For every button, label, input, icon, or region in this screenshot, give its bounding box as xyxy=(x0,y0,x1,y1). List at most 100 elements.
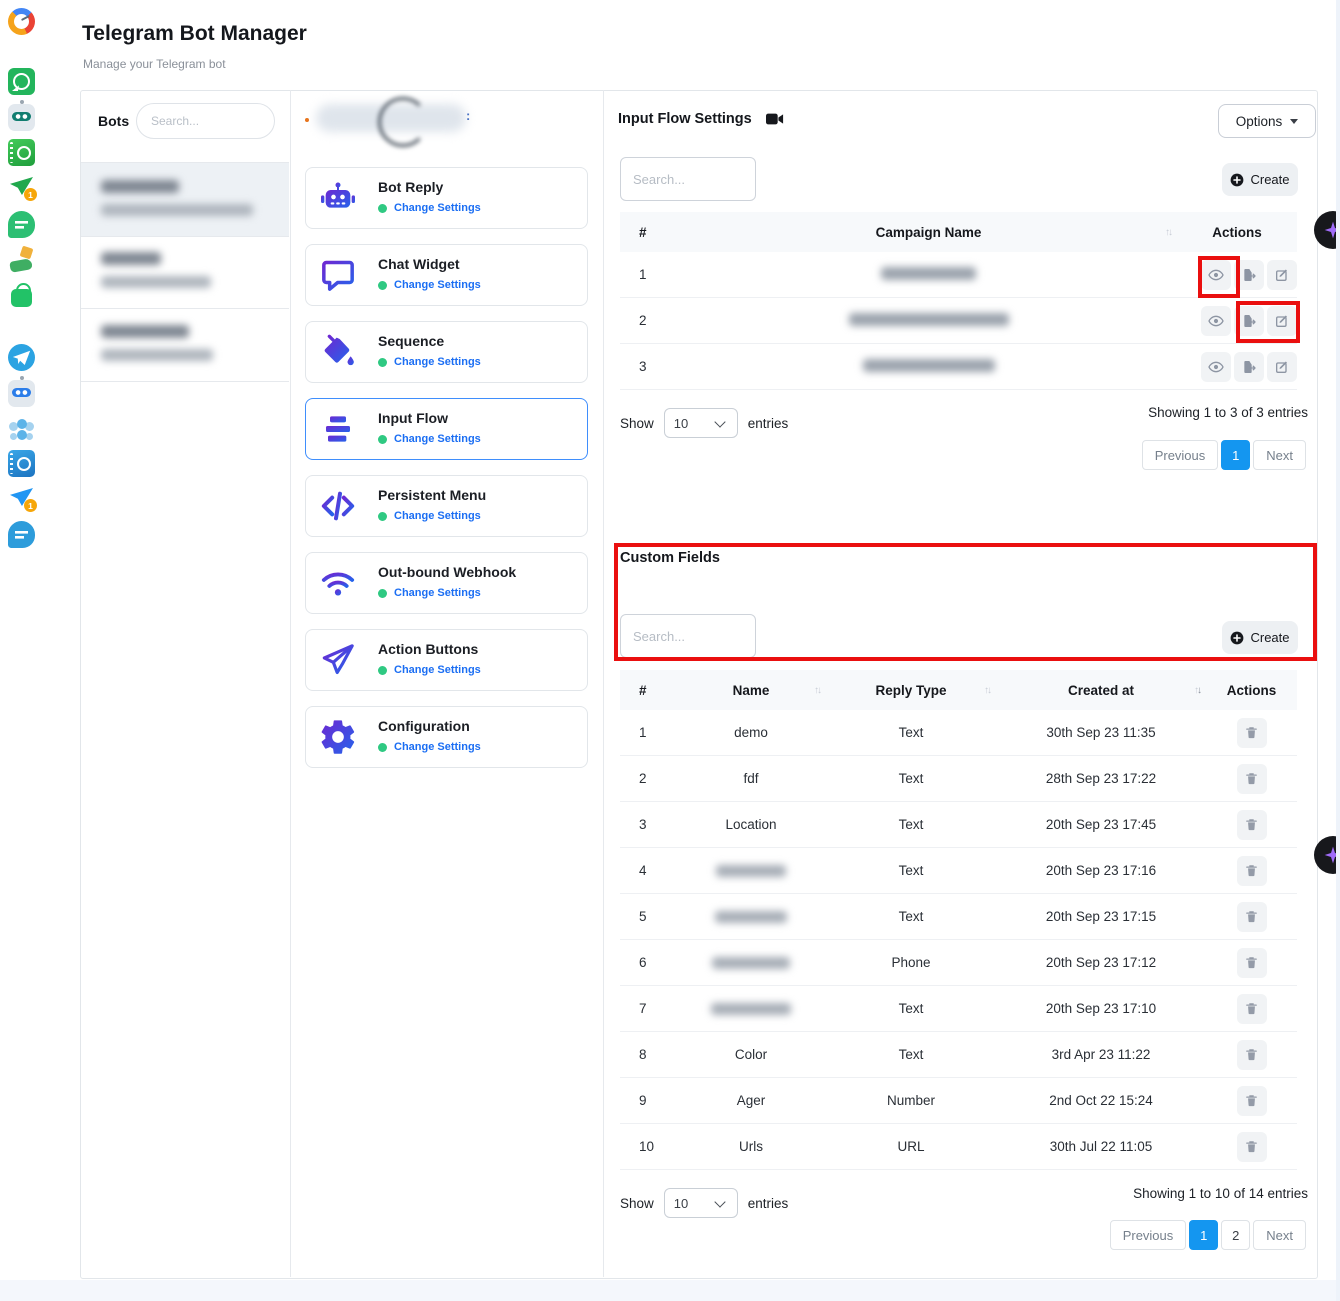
options-button[interactable]: Options xyxy=(1218,104,1316,138)
list-bars-icon xyxy=(318,409,358,449)
settings-card-sequence[interactable]: Sequence Change Settings xyxy=(305,321,588,383)
field-name-redacted xyxy=(711,1003,791,1015)
shop-icon[interactable] xyxy=(8,281,35,308)
sort-icon[interactable]: ↑↓ xyxy=(1165,227,1171,238)
delete-button[interactable] xyxy=(1237,1132,1267,1162)
view-button[interactable] xyxy=(1201,306,1231,336)
edit-button[interactable] xyxy=(1267,306,1297,336)
bots-search-input[interactable] xyxy=(136,103,275,139)
export-button[interactable] xyxy=(1234,306,1264,336)
change-settings-link[interactable]: Change Settings xyxy=(394,741,481,753)
bot-list-item[interactable] xyxy=(81,235,289,309)
sort-icon[interactable]: ↑↓ xyxy=(814,685,820,696)
change-settings-link[interactable]: Change Settings xyxy=(394,356,481,368)
change-settings-link[interactable]: Change Settings xyxy=(394,510,481,522)
change-settings-link[interactable]: Change Settings xyxy=(394,433,481,445)
page-2-button[interactable]: 2 xyxy=(1221,1220,1250,1250)
sort-icon-active[interactable]: ↑↓ xyxy=(1194,685,1200,696)
status-dot xyxy=(378,666,387,675)
change-settings-link[interactable]: Change Settings xyxy=(394,279,481,291)
create-input-flow-button[interactable]: Create xyxy=(1222,163,1298,196)
card-title: Persistent Menu xyxy=(378,487,486,503)
settings-card-bot-reply[interactable]: Bot Reply Change Settings xyxy=(305,167,588,229)
reply-type: URL xyxy=(826,1139,996,1154)
footer-strip xyxy=(0,1280,1340,1301)
chat-blue-icon[interactable] xyxy=(8,521,35,548)
previous-page-button[interactable]: Previous xyxy=(1110,1220,1187,1250)
card-title: Sequence xyxy=(378,333,444,349)
delete-button[interactable] xyxy=(1237,1040,1267,1070)
next-page-button[interactable]: Next xyxy=(1253,440,1306,470)
export-button[interactable] xyxy=(1234,352,1264,382)
next-page-button[interactable]: Next xyxy=(1253,1220,1306,1250)
change-settings-link[interactable]: Change Settings xyxy=(394,587,481,599)
pagination: Previous 1 Next xyxy=(1142,440,1306,470)
delete-button[interactable] xyxy=(1237,948,1267,978)
delete-button[interactable] xyxy=(1237,856,1267,886)
change-settings-link[interactable]: Change Settings xyxy=(394,664,481,676)
custom-field-row: 8 Color Text 3rd Apr 23 11:22 xyxy=(620,1032,1297,1078)
change-settings-link[interactable]: Change Settings xyxy=(394,202,481,214)
previous-page-button[interactable]: Previous xyxy=(1142,440,1219,470)
export-button[interactable] xyxy=(1234,260,1264,290)
delete-button[interactable] xyxy=(1237,718,1267,748)
settings-card-configuration[interactable]: Configuration Change Settings xyxy=(305,706,588,768)
page-size-select[interactable]: 10 xyxy=(664,408,738,438)
scrollbar-track[interactable] xyxy=(1336,0,1340,1301)
eye-icon xyxy=(1208,267,1224,283)
broadcast-blue-icon[interactable] xyxy=(8,485,35,512)
contacts-blue-icon[interactable] xyxy=(8,450,35,477)
edit-button[interactable] xyxy=(1267,352,1297,382)
input-flow-search-input[interactable] xyxy=(620,157,756,201)
settings-card-input-flow[interactable]: Input Flow Change Settings xyxy=(305,398,588,460)
delete-button[interactable] xyxy=(1237,764,1267,794)
showing-status: Showing 1 to 3 of 3 entries xyxy=(1148,405,1308,420)
col-campaign-name: Campaign Name xyxy=(876,225,982,240)
reply-type: Number xyxy=(826,1093,996,1108)
contacts-green-icon[interactable] xyxy=(8,139,35,166)
sort-icon[interactable]: ↑↓ xyxy=(984,685,990,696)
trash-icon xyxy=(1244,1047,1259,1062)
page-1-button[interactable]: 1 xyxy=(1221,440,1250,470)
edit-button[interactable] xyxy=(1267,260,1297,290)
delete-button[interactable] xyxy=(1237,810,1267,840)
view-button[interactable] xyxy=(1201,260,1231,290)
settings-card-persistent-menu[interactable]: Persistent Menu Change Settings xyxy=(305,475,588,537)
settings-card-chat-widget[interactable]: Chat Widget Change Settings xyxy=(305,244,588,306)
integrations-icon[interactable] xyxy=(8,246,35,273)
row-number: 3 xyxy=(620,359,680,374)
chevron-down-icon xyxy=(715,416,726,427)
broadcast-green-icon[interactable] xyxy=(8,174,35,201)
field-name: Color xyxy=(676,1047,826,1062)
page-size-select[interactable]: 10 xyxy=(664,1188,738,1218)
robot-green-icon[interactable] xyxy=(8,104,35,131)
dashboard-speedometer-icon[interactable] xyxy=(8,8,35,35)
bot-list-item[interactable] xyxy=(81,308,289,382)
trash-icon xyxy=(1244,1093,1259,1108)
delete-button[interactable] xyxy=(1237,902,1267,932)
field-name: fdf xyxy=(676,771,826,786)
card-title: Configuration xyxy=(378,718,470,734)
campaign-row: 2 xyxy=(620,298,1297,344)
created-at: 20th Sep 23 17:12 xyxy=(996,955,1206,970)
row-number: 2 xyxy=(620,313,680,328)
group-icon[interactable] xyxy=(8,415,35,442)
create-custom-field-button[interactable]: Create xyxy=(1222,621,1298,654)
whatsapp-icon[interactable] xyxy=(8,68,35,95)
delete-button[interactable] xyxy=(1237,994,1267,1024)
settings-card-outbound-webhook[interactable]: Out-bound Webhook Change Settings xyxy=(305,552,588,614)
robot-blue-icon[interactable] xyxy=(8,380,35,407)
chat-green-icon[interactable] xyxy=(8,211,35,238)
view-button[interactable] xyxy=(1201,352,1231,382)
plus-circle-icon xyxy=(1230,173,1244,187)
settings-card-action-buttons[interactable]: Action Buttons Change Settings xyxy=(305,629,588,691)
custom-fields-search-input[interactable] xyxy=(620,614,756,658)
bot-list-item-selected[interactable] xyxy=(81,162,289,237)
code-icon xyxy=(318,486,358,526)
video-camera-icon[interactable] xyxy=(766,112,784,126)
delete-button[interactable] xyxy=(1237,1086,1267,1116)
page-1-button[interactable]: 1 xyxy=(1189,1220,1218,1250)
telegram-icon[interactable] xyxy=(8,344,35,371)
robot-icon xyxy=(318,178,358,218)
row-number: 1 xyxy=(620,267,680,282)
